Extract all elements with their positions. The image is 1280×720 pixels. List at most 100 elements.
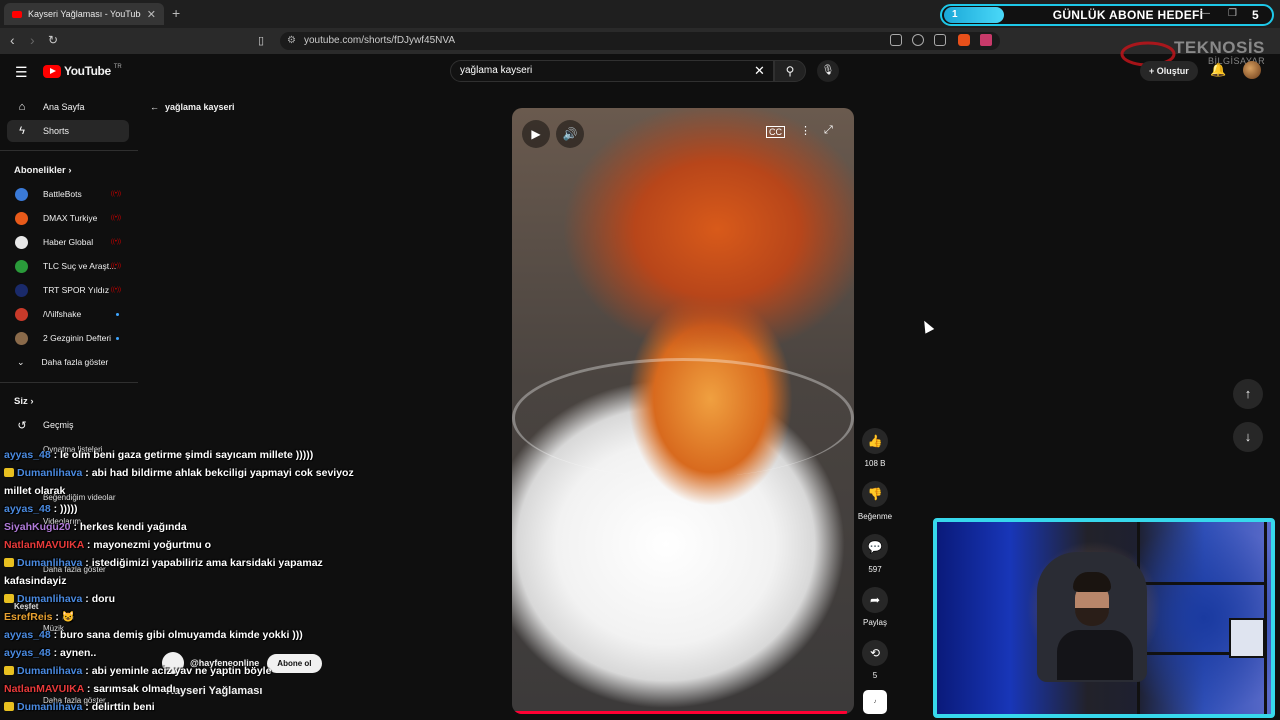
previous-short-button[interactable]: ↑ [1233, 379, 1263, 409]
sidebar-subscription-item[interactable]: Haber Global ((•)) [7, 232, 129, 252]
sidebar-subscription-item[interactable]: 2 Gezginin Defteri [7, 328, 129, 348]
create-button[interactable]: + Oluştur [1140, 61, 1198, 81]
dislike-label: Beğenme [857, 512, 893, 521]
sidebar-item-history[interactable]: ↺ Geçmiş [7, 414, 129, 436]
share-icon[interactable] [934, 34, 946, 46]
search-button[interactable]: ⚲ [774, 60, 806, 82]
rewards-icon[interactable] [980, 34, 992, 46]
comment-icon: 💬 [867, 540, 883, 554]
sidebar-item-home[interactable]: ⌂ Ana Sayfa [7, 96, 129, 118]
new-tab-icon[interactable]: + [172, 5, 180, 21]
sidebar-subscription-item[interactable]: DMAX Turkiye ((•)) [7, 208, 129, 228]
history-icon: ↺ [17, 419, 27, 432]
back-icon[interactable]: ‹ [10, 32, 15, 48]
play-button[interactable]: ▶ [522, 120, 550, 148]
microphone-icon: 🎙 [821, 65, 835, 76]
remix-button[interactable]: ⟲ [862, 640, 888, 666]
dislike-button[interactable]: 👎 [862, 481, 888, 507]
forward-icon[interactable]: › [30, 32, 35, 48]
minimize-icon[interactable]: — [1200, 8, 1210, 19]
chat-text: : delirttin beni [82, 701, 155, 713]
sidebar-show-more[interactable]: ⌄ Daha fazla göster [7, 352, 129, 372]
you-header[interactable]: Siz › [14, 396, 34, 407]
captions-icon[interactable]: CC [766, 126, 785, 138]
clear-search-icon[interactable]: ✕ [754, 63, 765, 79]
subscriptions-header[interactable]: Abonelikler › [14, 165, 72, 176]
chat-message: ayyas_48 : buro sana demiş gibi olmuyamd… [4, 626, 384, 644]
sidebar-subscription-item[interactable]: TLC Suç ve Araşt... ((•)) [7, 256, 129, 276]
comments-button[interactable]: 💬 [862, 534, 888, 560]
url-text: youtube.com/shorts/fDJywf45NVA [304, 35, 455, 46]
new-content-dot-icon [116, 312, 119, 316]
search-input[interactable]: yağlama kayseri [450, 60, 774, 82]
mouse-cursor-icon [919, 318, 935, 334]
chevron-right-icon: › [30, 396, 34, 407]
hamburger-menu-icon[interactable]: ☰ [15, 64, 28, 81]
chat-text: : doru [82, 593, 116, 605]
subscriber-badge-icon [4, 666, 14, 675]
live-chat-overlay: ayyas_48 : le olm beni gaza getirme şimd… [4, 446, 384, 716]
live-indicator-icon: ((•)) [110, 239, 121, 245]
close-tab-icon[interactable]: ✕ [147, 8, 156, 21]
sidebar-item-label: DMAX Turkiye [43, 213, 98, 223]
shorts-icon: ϟ [19, 125, 25, 137]
youtube-logo[interactable]: YouTube TR [43, 64, 122, 78]
bookmark-icon[interactable]: ▯ [258, 34, 264, 47]
open-in-app-icon[interactable] [890, 34, 902, 46]
restore-icon[interactable]: ❐ [1228, 8, 1237, 19]
sidebar-subscription-item[interactable]: /\/\ilfshake [7, 304, 129, 324]
yogurt-bowl-rim [512, 358, 854, 478]
chat-message: ayyas_48 : ))))) [4, 500, 384, 518]
arrow-up-icon: ↑ [1244, 386, 1252, 401]
chat-text: : ))))) [50, 503, 78, 515]
arrow-down-icon: ↓ [1244, 429, 1252, 444]
short-video-player[interactable]: ▶ 🔊 CC ⋮ ⤢ [512, 108, 854, 714]
subscriber-badge-icon [4, 468, 14, 477]
channel-avatar [15, 283, 28, 297]
sound-thumbnail[interactable]: ♪ [863, 690, 887, 714]
site-info-icon[interactable]: ⚙ [287, 32, 296, 50]
share-button[interactable]: ➦ [862, 587, 888, 613]
zoom-icon[interactable] [912, 34, 924, 46]
play-icon: ▶ [531, 127, 541, 141]
remix-count: 5 [872, 671, 878, 680]
chat-message: Dumanlihava : abi had bildirme ahlak bek… [4, 464, 384, 500]
shelf-board [1137, 582, 1267, 585]
reload-icon[interactable]: ↻ [48, 33, 58, 47]
chat-username: Dumanlihava [17, 593, 83, 605]
next-short-button[interactable]: ↓ [1233, 422, 1263, 452]
channel-avatar [15, 307, 28, 321]
home-icon: ⌂ [18, 101, 26, 113]
chat-message: ayyas_48 : aynen.. [4, 644, 384, 662]
live-indicator-icon: ((•)) [110, 287, 121, 293]
account-avatar[interactable] [1243, 61, 1261, 79]
sidebar-item-label: TLC Suç ve Araşt... [43, 261, 117, 271]
sidebar-subscription-item[interactable]: BattleBots ((•)) [7, 184, 129, 204]
chat-text: : mayonezmi yoğurtmu o [83, 539, 212, 551]
subscriber-badge-icon [4, 594, 14, 603]
back-to-search-link[interactable]: ← yağlama kayseri [150, 102, 235, 112]
volume-button[interactable]: 🔊 [556, 120, 584, 148]
chat-text: : abi yeminle aciz yav ne yaptin böyle [82, 665, 272, 677]
sidebar-item-shorts[interactable]: ϟ Shorts [7, 120, 129, 142]
more-options-icon[interactable]: ⋮ [800, 124, 811, 137]
live-indicator-icon: ((•)) [110, 215, 121, 221]
sidebar-item-label: TRT SPOR Yıldız [43, 285, 110, 295]
watermark-title: TEKNOSİS [1174, 38, 1265, 57]
voice-search-button[interactable]: 🎙 [817, 60, 839, 82]
brave-shield-icon[interactable] [958, 34, 970, 46]
sidebar-item-label: Ana Sayfa [43, 102, 85, 112]
streamer [1057, 572, 1133, 680]
fullscreen-icon[interactable]: ⤢ [824, 124, 833, 137]
browser-tab[interactable]: Kayseri Yağlaması - YouTube ✕ [4, 3, 164, 25]
chat-message: Dumanlihava : doru [4, 590, 384, 608]
chat-message: SiyahKugu20 : herkes kendi yağında [4, 518, 384, 536]
like-count: 108 B [864, 459, 886, 468]
notifications-bell-icon[interactable]: 🔔 [1210, 62, 1226, 78]
live-indicator-icon: ((•)) [110, 191, 121, 197]
logo-wordmark: YouTube [64, 64, 111, 78]
video-progress-bar[interactable] [512, 711, 848, 714]
like-button[interactable]: 👍 [862, 428, 888, 454]
chat-message: ayyas_48 : le olm beni gaza getirme şimd… [4, 446, 384, 464]
sidebar-subscription-item[interactable]: TRT SPOR Yıldız ((•)) [7, 280, 129, 300]
